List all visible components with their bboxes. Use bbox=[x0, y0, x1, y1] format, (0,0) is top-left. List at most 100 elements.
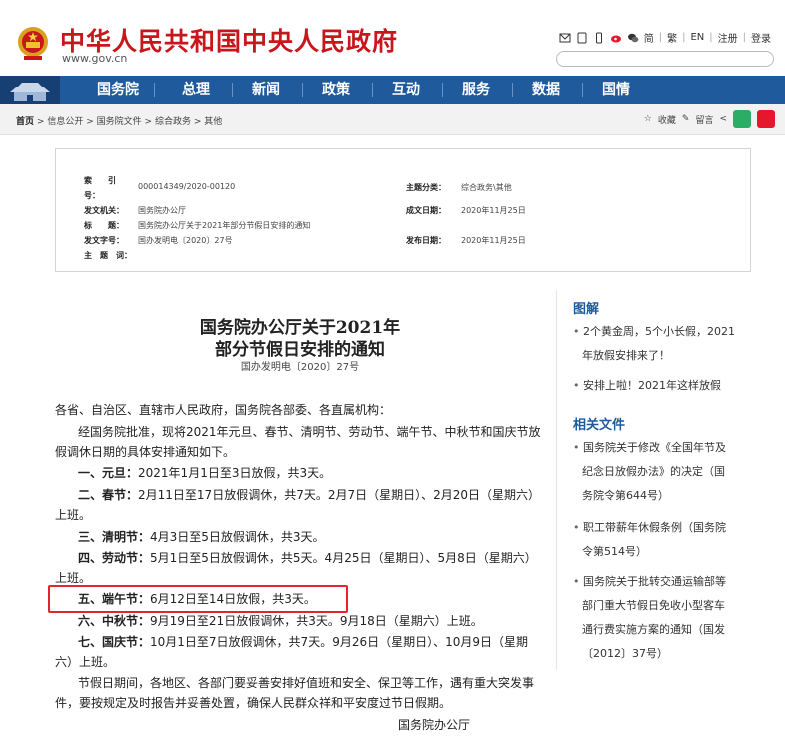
link-text[interactable]: 通行费实施方案的通知（国发 bbox=[573, 618, 773, 642]
holiday-item-qingming: 三、清明节：4月3日至5日放假调休，共3天。 bbox=[78, 528, 325, 545]
item-text: 4月3日至5日放假调休，共3天。 bbox=[150, 530, 325, 544]
item-heading: 二、春节： bbox=[78, 488, 139, 502]
nav-item-services[interactable]: 服务 bbox=[446, 76, 506, 104]
holiday-item-national-day-cont: 六）上班。 bbox=[55, 655, 116, 669]
link-text[interactable]: 纪念日放假办法》的决定（国 bbox=[573, 460, 773, 484]
register-link[interactable]: 注册 bbox=[718, 30, 738, 45]
highlight-box bbox=[48, 585, 348, 613]
publish-label: 发布日期： bbox=[406, 236, 446, 245]
nav-divider bbox=[154, 83, 155, 97]
sidebar-link[interactable]: • 国务院关于修改《全国年节及 纪念日放假办法》的决定（国 务院令第644号） bbox=[573, 436, 773, 508]
lang-english-link[interactable]: EN bbox=[690, 32, 704, 43]
title-value: 国务院办公厅关于2021年部分节假日安排的通知 bbox=[138, 221, 311, 230]
divider: | bbox=[709, 32, 713, 43]
index-label-cont: 号： bbox=[84, 191, 100, 200]
breadcrumb-docs[interactable]: 国务院文件 bbox=[97, 117, 142, 127]
link-text[interactable]: 务院令第644号） bbox=[573, 484, 773, 508]
nav-divider bbox=[512, 83, 513, 97]
item-text: 9月19日至21日放假调休，共3天。9月18日（星期六）上班。 bbox=[150, 614, 483, 628]
nav-item-state-council[interactable]: 国务院 bbox=[88, 76, 148, 104]
sidebar-link[interactable]: • 2个黄金周，5个小长假，2021 年放假安排来了！ bbox=[573, 320, 773, 368]
breadcrumb-info[interactable]: 信息公开 bbox=[47, 117, 83, 127]
weibo-share-icon[interactable] bbox=[757, 110, 775, 128]
login-link[interactable]: 登录 bbox=[751, 30, 771, 45]
main-nav: 国务院 总理 新闻 政策 互动 服务 数据 国情 bbox=[0, 76, 785, 104]
site-url[interactable]: www.gov.cn bbox=[62, 52, 127, 65]
link-text[interactable]: 2个黄金周，5个小长假，2021 bbox=[583, 325, 735, 338]
holiday-item-spring-cont: 上班。 bbox=[55, 508, 92, 522]
breadcrumb: 首页 > 信息公开 > 国务院文件 > 综合政务 > 其他 bbox=[16, 114, 222, 127]
breadcrumb-sep: > bbox=[86, 117, 94, 127]
bullet: • bbox=[573, 325, 583, 338]
mobile-icon[interactable] bbox=[593, 32, 605, 44]
nav-item-news[interactable]: 新闻 bbox=[236, 76, 296, 104]
nav-divider bbox=[372, 83, 373, 97]
sidebar-link[interactable]: • 国务院关于批转交通运输部等 部门重大节假日免收小型客车 通行费实施方案的通知… bbox=[573, 570, 773, 666]
breadcrumb-other[interactable]: 其他 bbox=[204, 117, 222, 127]
lang-simplified-link[interactable]: 简 bbox=[644, 30, 654, 45]
docno-label: 发文字号： bbox=[84, 236, 124, 245]
search-input[interactable] bbox=[556, 51, 774, 67]
nav-building-logo[interactable] bbox=[0, 76, 60, 104]
share-tools: ☆ 收藏 ✎ 留言 < bbox=[644, 110, 775, 128]
holiday-item-labor-cont: 上班。 bbox=[55, 571, 92, 585]
tablet-icon[interactable] bbox=[576, 32, 588, 44]
item-heading: 一、元旦： bbox=[78, 466, 139, 480]
site-header: 中华人民共和国中央人民政府 www.gov.cn 简 | 繁 | EN | 注册… bbox=[0, 0, 785, 76]
subject-label: 主 题 词： bbox=[84, 251, 132, 260]
mail-icon[interactable] bbox=[559, 32, 571, 44]
nav-item-policy[interactable]: 政策 bbox=[306, 76, 366, 104]
category-label: 主题分类： bbox=[406, 183, 446, 192]
item-text: 5月1日至5日放假调休，共5天。4月25日（星期日）、5月8日（星期六） bbox=[150, 551, 537, 565]
date-label: 成文日期： bbox=[406, 206, 446, 215]
favorite-link[interactable]: 收藏 bbox=[658, 113, 676, 126]
date-value: 2020年11月25日 bbox=[461, 206, 526, 215]
link-text[interactable]: 国务院关于修改《全国年节及 bbox=[583, 441, 726, 454]
share-icon[interactable]: < bbox=[719, 114, 727, 124]
wechat-icon[interactable] bbox=[627, 32, 639, 44]
nav-item-premier[interactable]: 总理 bbox=[166, 76, 226, 104]
issuer-label: 发文机关： bbox=[84, 206, 124, 215]
link-text[interactable]: 年放假安排来了！ bbox=[573, 344, 773, 368]
comment-link[interactable]: 留言 bbox=[695, 113, 713, 126]
holiday-item-mid-autumn: 六、中秋节：9月19日至21日放假调休，共3天。9月18日（星期六）上班。 bbox=[78, 612, 483, 629]
salutation: 各省、自治区、直辖市人民政府，国务院各部委、各直属机构： bbox=[55, 403, 392, 417]
nav-item-national-info[interactable]: 国情 bbox=[586, 76, 646, 104]
link-text[interactable]: 令第514号） bbox=[573, 540, 773, 564]
title-label: 标 题： bbox=[84, 221, 124, 230]
nav-divider bbox=[232, 83, 233, 97]
item-heading: 三、清明节： bbox=[78, 530, 151, 544]
link-text[interactable]: 职工带薪年休假条例（国务院 bbox=[583, 521, 726, 534]
weibo-icon[interactable] bbox=[610, 32, 622, 44]
pencil-icon[interactable]: ✎ bbox=[682, 114, 690, 124]
link-text[interactable]: 安排上啦！2021年这样放假 bbox=[583, 379, 721, 392]
intro-line: 假调休日期的具体安排通知如下。 bbox=[55, 445, 236, 459]
link-text[interactable]: 〔2012〕37号） bbox=[573, 642, 773, 666]
docno-value: 国办发明电〔2020〕27号 bbox=[138, 236, 233, 245]
item-heading: 六、中秋节： bbox=[78, 614, 151, 628]
sidebar-link[interactable]: • 安排上啦！2021年这样放假 bbox=[573, 374, 773, 398]
lang-traditional-link[interactable]: 繁 bbox=[667, 30, 677, 45]
holiday-item-national-day: 七、国庆节：10月1日至7日放假调休，共7天。9月26日（星期日）、10月9日（… bbox=[78, 633, 528, 650]
sidebar-section-related: 相关文件 bbox=[573, 418, 626, 433]
holiday-item-spring: 二、春节：2月11日至17日放假调休，共7天。2月7日（星期日）、2月20日（星… bbox=[78, 486, 540, 503]
breadcrumb-general[interactable]: 综合政务 bbox=[155, 117, 191, 127]
breadcrumb-sep: > bbox=[193, 117, 202, 127]
nav-item-data[interactable]: 数据 bbox=[516, 76, 576, 104]
breadcrumb-home[interactable]: 首页 bbox=[16, 117, 34, 127]
closing-paragraph: 节假日期间，各地区、各部门要妥善安排好值班和安全、保卫等工作，遇有重大突发事 bbox=[78, 676, 535, 690]
sidebar-section-illustrated[interactable]: 图解 bbox=[573, 298, 599, 317]
holiday-item-labor: 四、劳动节：5月1日至5日放假调休，共5天。4月25日（星期日）、5月8日（星期… bbox=[78, 549, 537, 566]
intro-line: 经国务院批准，现将2021年元旦、春节、清明节、劳动节、端午节、中秋节和国庆节放 bbox=[78, 425, 541, 439]
star-icon[interactable]: ☆ bbox=[644, 114, 652, 124]
link-text[interactable]: 部门重大节假日免收小型客车 bbox=[573, 594, 773, 618]
wechat-share-icon[interactable] bbox=[733, 110, 751, 128]
divider: | bbox=[682, 32, 686, 43]
nav-item-interaction[interactable]: 互动 bbox=[376, 76, 436, 104]
bullet: • bbox=[573, 521, 583, 534]
link-text[interactable]: 国务院关于批转交通运输部等 bbox=[583, 575, 726, 588]
sidebar-link[interactable]: • 职工带薪年休假条例（国务院 令第514号） bbox=[573, 516, 773, 564]
national-emblem-icon[interactable] bbox=[16, 24, 50, 62]
bullet: • bbox=[573, 441, 583, 454]
index-value: 000014349/2020-00120 bbox=[138, 182, 236, 191]
